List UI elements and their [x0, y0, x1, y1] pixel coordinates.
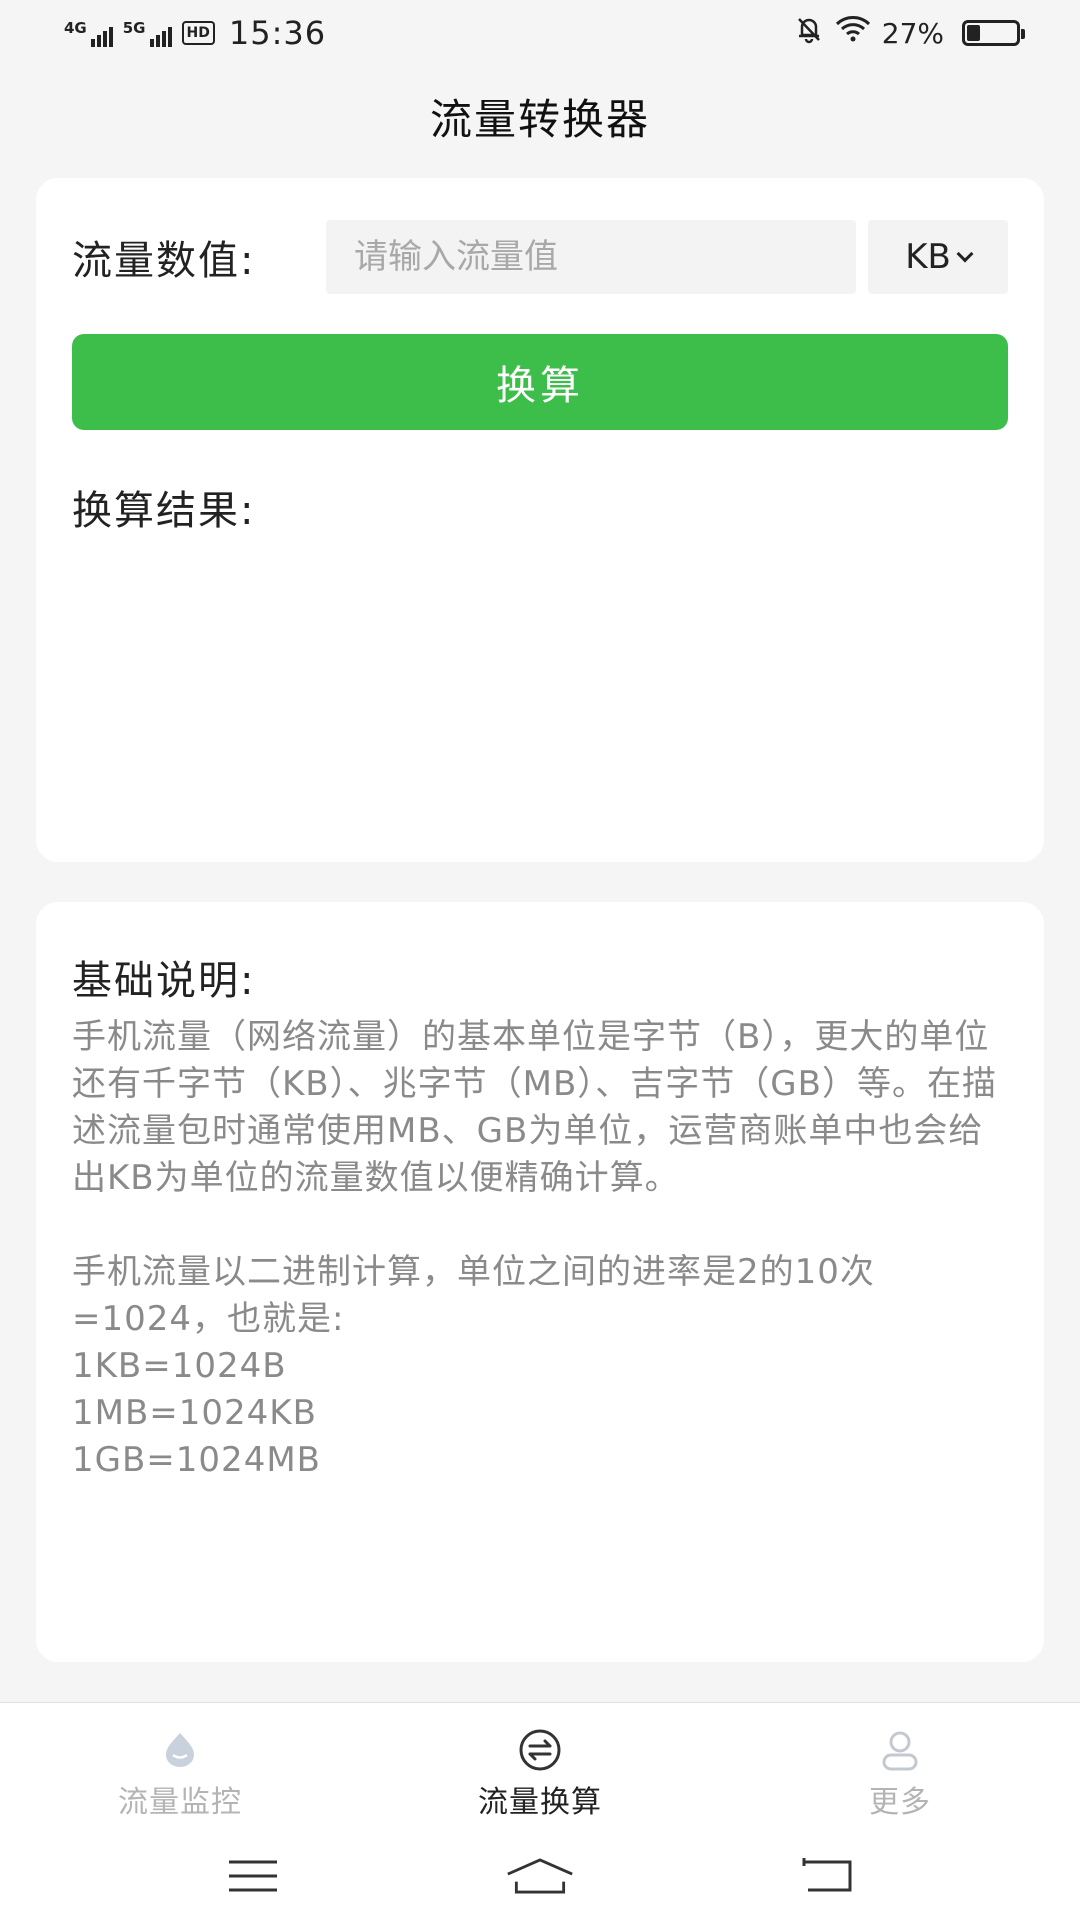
page-title: 流量转换器: [429, 95, 650, 144]
unit-selected-value: KB: [905, 237, 951, 277]
home-icon[interactable]: [505, 1851, 575, 1901]
bottom-nav: 流量监控 流量换算 更多: [0, 1702, 1080, 1832]
value-label: 流量数值:: [72, 238, 256, 284]
nav-item-traffic-convert[interactable]: 流量换算: [360, 1703, 720, 1832]
back-icon[interactable]: [792, 1851, 862, 1901]
status-time: 15:36: [228, 14, 327, 52]
battery-percent: 27%: [881, 16, 944, 50]
info-paragraph-1: 手机流量（网络流量）的基本单位是字节（B），更大的单位还有千字节（KB）、兆字节…: [72, 1017, 997, 1198]
signal-5g-icon: 5G: [123, 19, 172, 47]
mute-bell-icon: [794, 14, 824, 52]
chevron-down-icon: [956, 245, 974, 263]
nav-item-more[interactable]: 更多: [720, 1703, 1080, 1832]
hd-voice-icon: HD: [181, 21, 215, 45]
info-body: 手机流量（网络流量）的基本单位是字节（B），更大的单位还有千字节（KB）、兆字节…: [72, 1014, 1012, 1484]
signal-4g-icon: 4G: [64, 19, 113, 47]
nav-label-traffic-monitor: 流量监控: [118, 1785, 242, 1820]
converter-card: 流量数值: KB 换算 换算结果:: [36, 178, 1044, 862]
nav-label-traffic-convert: 流量换算: [478, 1785, 602, 1820]
info-paragraph-2: 手机流量以二进制计算，单位之间的进率是2的10次=1024，也就是: 1KB=1…: [72, 1252, 875, 1480]
person-icon: [877, 1727, 923, 1773]
convert-button[interactable]: 换算: [72, 334, 1008, 430]
status-bar: 4G 5G HD 15:36 27%: [0, 0, 1080, 66]
unit-select[interactable]: KB: [868, 220, 1008, 294]
convert-arrows-icon: [517, 1727, 563, 1773]
status-left: 4G 5G HD 15:36: [64, 14, 326, 52]
menu-icon[interactable]: [218, 1851, 288, 1901]
wifi-icon: [834, 14, 872, 52]
status-right: 27%: [794, 14, 1025, 52]
system-nav-bar: [0, 1832, 1080, 1920]
nav-item-traffic-monitor[interactable]: 流量监控: [0, 1703, 360, 1832]
signal-5g-label: 5G: [122, 19, 146, 37]
battery-icon: [962, 20, 1025, 46]
result-label: 换算结果:: [72, 488, 256, 534]
input-row: 流量数值: KB: [72, 220, 1008, 294]
info-card: 基础说明: 手机流量（网络流量）的基本单位是字节（B），更大的单位还有千字节（K…: [36, 902, 1044, 1662]
droplet-icon: [157, 1727, 203, 1773]
battery-fill: [967, 25, 980, 41]
signal-4g-label: 4G: [64, 19, 87, 37]
nav-label-more: 更多: [869, 1785, 931, 1820]
value-input[interactable]: [326, 220, 856, 294]
info-title: 基础说明:: [72, 958, 256, 1004]
